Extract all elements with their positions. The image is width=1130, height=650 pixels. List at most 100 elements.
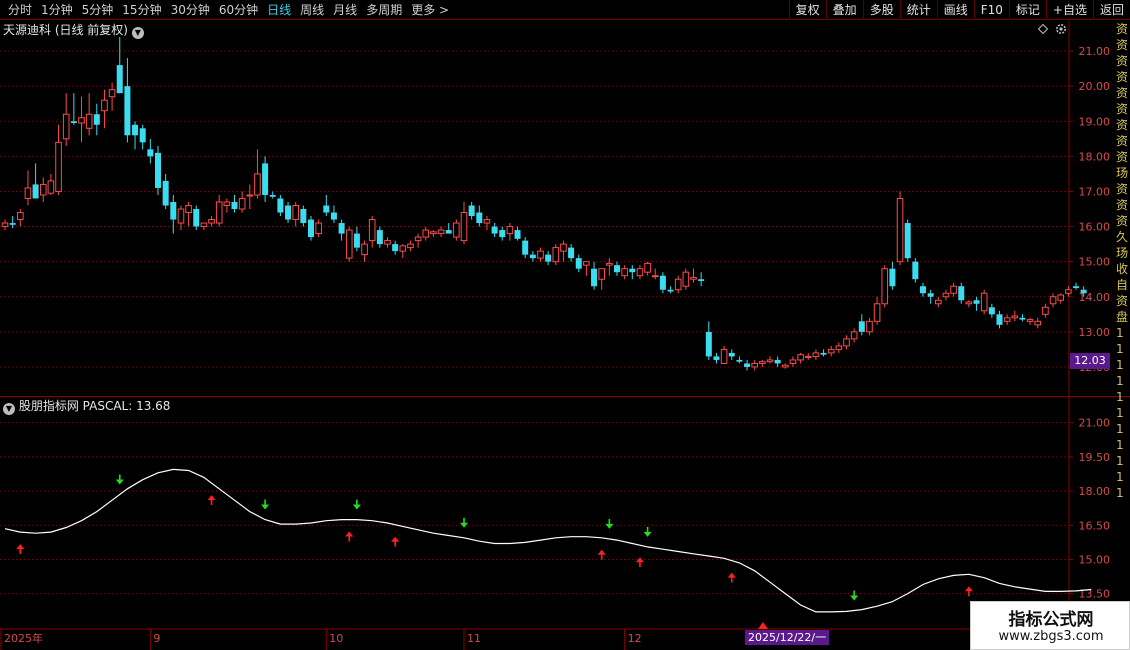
period-tab-9[interactable]: 多周期 — [366, 0, 402, 20]
candle — [62, 93, 70, 146]
right-strip-char: 资 — [1116, 118, 1129, 132]
main-chart-panel[interactable]: 21.00 20.00 19.00 18.00 17.00 16.00 15.00 14.00… — [0, 21, 1130, 396]
time-label: 11 — [467, 632, 481, 645]
indicator-panel[interactable]: 21.00 19.50 18.00 16.50 15.00 13.50 2025年 9 10 11… — [0, 396, 1130, 650]
candle — [973, 296, 980, 311]
candle — [499, 226, 506, 241]
right-strip-char: 玚 — [1116, 166, 1129, 180]
period-tab-3[interactable]: 15分钟 — [122, 0, 161, 20]
right-strip-char: 1 — [1116, 422, 1124, 436]
period-tab-4[interactable]: 30分钟 — [171, 0, 210, 20]
candle — [1034, 317, 1042, 329]
candle — [835, 342, 843, 353]
candle — [514, 226, 521, 241]
sell-signal-arrow — [643, 526, 652, 537]
main-chart-title[interactable]: 天源迪科 (日线 前复权) ▼ — [3, 21, 144, 39]
candle — [529, 251, 536, 262]
toolbar-button-2[interactable]: 多股 — [862, 0, 900, 20]
candle — [651, 268, 659, 280]
candle — [827, 345, 835, 357]
candle — [430, 230, 437, 238]
candle — [674, 275, 682, 294]
candle — [238, 191, 246, 213]
candle — [116, 37, 123, 94]
period-tab-0[interactable]: 分时 — [8, 0, 32, 20]
toolbar-button-7[interactable]: +自选 — [1045, 0, 1093, 20]
chevron-down-icon[interactable]: ▼ — [3, 403, 15, 415]
candle — [39, 177, 47, 202]
period-tab-10[interactable]: 更多 > — [411, 0, 449, 20]
toolbar-button-3[interactable]: 统计 — [899, 0, 937, 20]
period-tab-5[interactable]: 60分钟 — [219, 0, 258, 20]
candle — [690, 268, 697, 283]
candle — [736, 356, 743, 364]
candle — [820, 349, 827, 357]
candle — [93, 103, 100, 136]
candle — [300, 205, 307, 227]
period-tab-2[interactable]: 5分钟 — [82, 0, 114, 20]
candle — [636, 265, 644, 280]
watermark-logo: 指标公式网 www.zbgs3.com — [970, 601, 1130, 650]
cursor-marker — [758, 622, 768, 629]
period-tab-7[interactable]: 周线 — [300, 0, 324, 20]
period-tab-6[interactable]: 日线 — [267, 0, 291, 20]
right-strip-char: 1 — [1116, 486, 1124, 500]
buy-signal-arrow — [391, 536, 400, 547]
candle — [437, 226, 445, 238]
price-tick-label: 18.00 — [1079, 150, 1111, 163]
right-strip-char: 久 — [1116, 230, 1129, 244]
candle — [315, 219, 322, 238]
right-strip-char: 资 — [1116, 214, 1129, 228]
candle — [1049, 293, 1057, 308]
candle — [1003, 314, 1011, 325]
candle — [720, 345, 728, 364]
candle — [170, 194, 177, 234]
gear-icon[interactable] — [1055, 23, 1067, 35]
candle — [789, 356, 797, 367]
candle — [1011, 310, 1019, 322]
candle — [797, 352, 804, 364]
buy-signal-arrow — [727, 572, 736, 583]
candle — [904, 219, 911, 262]
candle — [614, 261, 620, 276]
candle — [292, 201, 299, 227]
chevron-down-icon[interactable]: ▼ — [131, 27, 144, 39]
candle — [858, 314, 865, 336]
toolbar-button-1[interactable]: 叠加 — [825, 0, 863, 20]
stock-title-text: 天源迪科 (日线 前复权) — [3, 23, 128, 37]
right-strip-char: 资 — [1116, 182, 1129, 196]
toolbar-button-6[interactable]: 标记 — [1008, 0, 1046, 20]
candle — [9, 216, 16, 229]
right-strip-char: 1 — [1116, 470, 1124, 484]
watermark-name: 指标公式网 — [1008, 610, 1094, 630]
toolbar-button-4[interactable]: 画线 — [936, 0, 974, 20]
candle — [873, 296, 881, 325]
toolbar-button-8[interactable]: 返回 — [1092, 0, 1130, 20]
pascal-indicator-chart[interactable]: 21.0019.5018.0016.5015.0013.502025年 9 10 11… — [0, 396, 1130, 650]
price-tick-label: 17.00 — [1079, 185, 1111, 198]
right-info-strip: 资资资资资资资资资玚资资资久玚收自资盘11111111111 — [1116, 21, 1130, 650]
candle — [32, 163, 39, 199]
candle — [399, 244, 407, 259]
right-strip-char: 1 — [1116, 390, 1124, 404]
period-tab-1[interactable]: 1分钟 — [41, 0, 73, 20]
indicator-title[interactable]: ▼ 股朋指标网 PASCAL: 13.68 — [3, 397, 170, 415]
candlestick-chart[interactable]: 21.0020.0019.0018.0017.0016.0015.0014.00… — [0, 21, 1130, 396]
diamond-icon[interactable] — [1038, 24, 1048, 34]
candle — [139, 124, 146, 150]
candle — [782, 363, 789, 369]
toolbar-button-0[interactable]: 复权 — [788, 0, 826, 20]
candle — [361, 240, 368, 262]
candle — [70, 93, 77, 125]
right-strip-char: 资 — [1116, 70, 1129, 84]
price-tick-label: 16.00 — [1079, 221, 1111, 234]
candle — [942, 289, 950, 301]
candle — [453, 219, 460, 241]
candle — [935, 296, 942, 308]
candle — [384, 237, 391, 248]
period-tab-8[interactable]: 月线 — [333, 0, 357, 20]
candle — [468, 201, 475, 220]
toolbar-button-5[interactable]: F10 — [973, 0, 1009, 20]
right-strip-char: 资 — [1116, 22, 1129, 36]
candle — [162, 173, 169, 210]
